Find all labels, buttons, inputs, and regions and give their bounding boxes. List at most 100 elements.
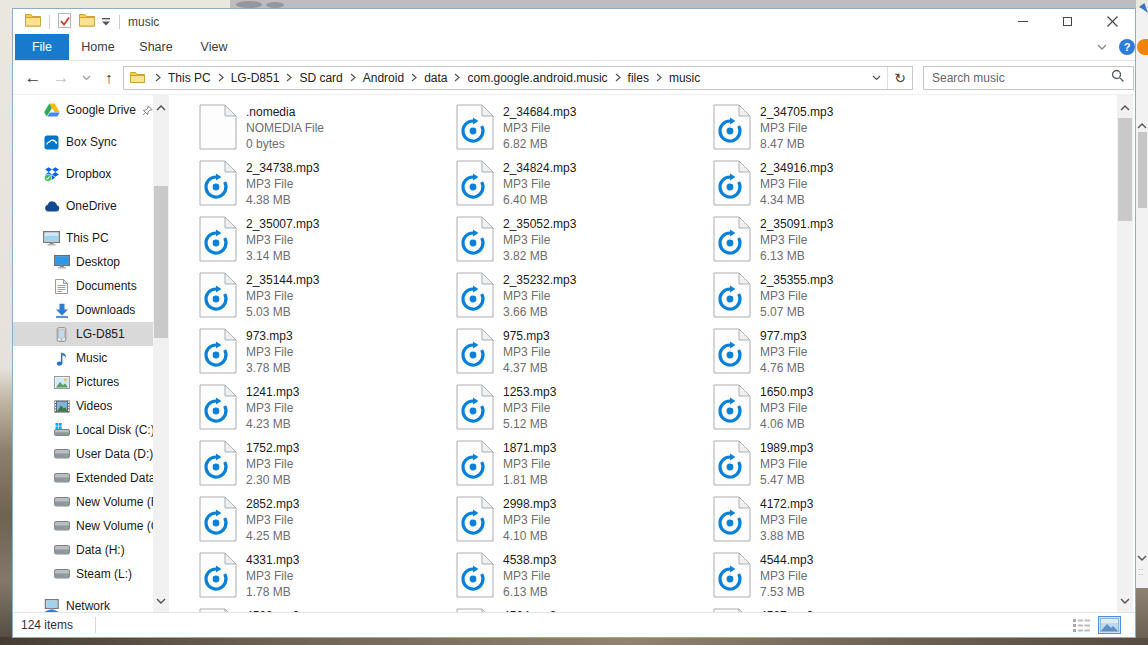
file-tile-1752-mp3[interactable]: 1752.mp3MP3 File2.30 MB xyxy=(199,440,456,496)
breadcrumb-item-data[interactable]: data xyxy=(422,71,449,85)
file-tile-977-mp3[interactable]: 977.mp3MP3 File4.76 MB xyxy=(713,328,970,384)
file-size: 5.03 MB xyxy=(246,304,319,320)
sidebar-item-google-drive[interactable]: Google Drive xyxy=(13,98,153,122)
recent-locations-chevron-icon[interactable] xyxy=(75,75,97,81)
sidebar-item-box-sync[interactable]: Box Sync xyxy=(13,130,153,154)
breadcrumb-chevron-icon[interactable] xyxy=(286,73,292,82)
file-tile-4567-mp3[interactable]: 4567.mp3 xyxy=(713,608,970,612)
file-tile-1241-mp3[interactable]: 1241.mp3MP3 File4.23 MB xyxy=(199,384,456,440)
sidebar-item-lg-d851[interactable]: LG-D851 xyxy=(13,322,153,346)
file-tile-975-mp3[interactable]: 975.mp3MP3 File4.37 MB xyxy=(456,328,713,384)
file-tile-2-34824-mp3[interactable]: 2_34824.mp3MP3 File6.40 MB xyxy=(456,160,713,216)
breadcrumb-chevron-icon[interactable] xyxy=(218,73,224,82)
sidebar-item-this-pc[interactable]: This PC xyxy=(13,226,153,250)
file-tile-4562-mp3[interactable]: 4562.mp3 xyxy=(199,608,456,612)
breadcrumb-chevron-icon[interactable] xyxy=(350,73,356,82)
expand-ribbon-chevron-icon[interactable] xyxy=(1097,44,1107,50)
file-tile-2-35355-mp3[interactable]: 2_35355.mp3MP3 File5.07 MB xyxy=(713,272,970,328)
search-input[interactable]: Search music xyxy=(923,66,1134,90)
file-tile-2852-mp3[interactable]: 2852.mp3MP3 File4.25 MB xyxy=(199,496,456,552)
sidebar-item-network[interactable]: Network xyxy=(13,594,153,612)
file-tile-2-34684-mp3[interactable]: 2_34684.mp3MP3 File6.82 MB xyxy=(456,104,713,160)
file-tile-2998-mp3[interactable]: 2998.mp3MP3 File4.10 MB xyxy=(456,496,713,552)
tab-share[interactable]: Share xyxy=(127,34,185,60)
tab-home[interactable]: Home xyxy=(69,34,127,60)
properties-check-icon[interactable] xyxy=(58,13,71,31)
address-bar[interactable]: This PC LG-D851 SD card Android data com.goog… xyxy=(123,66,913,90)
breadcrumb-item-sd-card[interactable]: SD card xyxy=(297,71,344,85)
sidebar-item-steam-l[interactable]: Steam (L:) xyxy=(13,562,153,586)
file-tile-2-34705-mp3[interactable]: 2_34705.mp3MP3 File8.47 MB xyxy=(713,104,970,160)
breadcrumb-chevron-icon[interactable] xyxy=(656,73,662,82)
scrollbar-thumb[interactable] xyxy=(1118,118,1132,221)
breadcrumb-chevron-icon[interactable] xyxy=(454,73,460,82)
breadcrumb-item-files[interactable]: files xyxy=(626,71,651,85)
file-tile-4172-mp3[interactable]: 4172.mp3MP3 File3.88 MB xyxy=(713,496,970,552)
file-tile-nomedia[interactable]: .nomediaNOMEDIA File0 bytes xyxy=(199,104,456,160)
file-tile-2-35052-mp3[interactable]: 2_35052.mp3MP3 File3.82 MB xyxy=(456,216,713,272)
address-dropdown-chevron-icon[interactable] xyxy=(865,67,887,89)
file-type: MP3 File xyxy=(503,176,576,192)
file-tile-2-35091-mp3[interactable]: 2_35091.mp3MP3 File6.13 MB xyxy=(713,216,970,272)
disk-icon xyxy=(53,449,70,459)
breadcrumb-item-music[interactable]: music xyxy=(667,71,702,85)
new-folder-icon[interactable] xyxy=(79,13,95,30)
file-tile-2-35144-mp3[interactable]: 2_35144.mp3MP3 File5.03 MB xyxy=(199,272,456,328)
breadcrumb-chevron-icon[interactable] xyxy=(615,73,621,82)
breadcrumb-item-com-google-android-music[interactable]: com.google.android.music xyxy=(465,71,609,85)
breadcrumb-item-android[interactable]: Android xyxy=(361,71,406,85)
file-tile-2-35007-mp3[interactable]: 2_35007.mp3MP3 File3.14 MB xyxy=(199,216,456,272)
file-tile-4538-mp3[interactable]: 4538.mp3MP3 File6.13 MB xyxy=(456,552,713,608)
navigation-scrollbar[interactable] xyxy=(153,95,169,612)
maximize-button[interactable] xyxy=(1045,9,1090,34)
forward-button[interactable]: → xyxy=(47,68,75,88)
scrollbar-thumb[interactable] xyxy=(154,186,168,338)
sidebar-item-music[interactable]: Music xyxy=(13,346,153,370)
file-tile-973-mp3[interactable]: 973.mp3MP3 File3.78 MB xyxy=(199,328,456,384)
sidebar-item-pictures[interactable]: Pictures xyxy=(13,370,153,394)
breadcrumb-chevron-icon[interactable] xyxy=(411,73,417,82)
sidebar-item-onedrive[interactable]: OneDrive xyxy=(13,194,153,218)
sidebar-item-extended-data-e[interactable]: Extended Data (E:) xyxy=(13,466,153,490)
file-tile-4331-mp3[interactable]: 4331.mp3MP3 File1.78 MB xyxy=(199,552,456,608)
file-tile-2-34738-mp3[interactable]: 2_34738.mp3MP3 File4.38 MB xyxy=(199,160,456,216)
file-tile-4564-mp3[interactable]: 4564.mp3 xyxy=(456,608,713,612)
up-button[interactable]: ↑ xyxy=(97,69,121,86)
sidebar-item-user-data-d[interactable]: User Data (D:) xyxy=(13,442,153,466)
sidebar-item-new-volume-g[interactable]: New Volume (G:) xyxy=(13,514,153,538)
sidebar-item-documents[interactable]: Documents xyxy=(13,274,153,298)
file-tile-2-35232-mp3[interactable]: 2_35232.mp3MP3 File3.66 MB xyxy=(456,272,713,328)
scroll-down-icon[interactable] xyxy=(156,593,166,607)
breadcrumb-item-this-pc[interactable]: This PC xyxy=(166,71,213,85)
sidebar-item-new-volume-f[interactable]: New Volume (F:) xyxy=(13,490,153,514)
refresh-icon[interactable]: ↻ xyxy=(888,67,912,89)
files-scrollbar[interactable] xyxy=(1117,95,1133,612)
sidebar-item-videos[interactable]: Videos xyxy=(13,394,153,418)
sidebar-item-dropbox[interactable]: Dropbox xyxy=(13,162,153,186)
close-button[interactable] xyxy=(1090,9,1135,34)
file-tile-1253-mp3[interactable]: 1253.mp3MP3 File5.12 MB xyxy=(456,384,713,440)
minimize-button[interactable] xyxy=(1000,9,1045,34)
box-sync-icon xyxy=(43,135,60,150)
sidebar-item-downloads[interactable]: Downloads xyxy=(13,298,153,322)
file-size: 2.30 MB xyxy=(246,472,299,488)
file-tile-2-34916-mp3[interactable]: 2_34916.mp3MP3 File4.34 MB xyxy=(713,160,970,216)
sidebar-item-data-h[interactable]: Data (H:) xyxy=(13,538,153,562)
back-button[interactable]: ← xyxy=(19,68,47,88)
tab-file[interactable]: File xyxy=(15,34,69,60)
file-tile-4544-mp3[interactable]: 4544.mp3MP3 File7.53 MB xyxy=(713,552,970,608)
scroll-up-icon[interactable] xyxy=(1120,100,1130,114)
details-view-button[interactable] xyxy=(1073,619,1090,632)
breadcrumb-item-lg-d851[interactable]: LG-D851 xyxy=(229,71,282,85)
tab-view[interactable]: View xyxy=(185,34,243,60)
file-tile-1871-mp3[interactable]: 1871.mp3MP3 File1.81 MB xyxy=(456,440,713,496)
sidebar-item-local-disk-c[interactable]: Local Disk (C:) xyxy=(13,418,153,442)
help-button[interactable]: ? xyxy=(1119,39,1135,55)
file-tile-1989-mp3[interactable]: 1989.mp3MP3 File5.47 MB xyxy=(713,440,970,496)
customize-qat-dropdown-icon[interactable] xyxy=(101,15,111,29)
file-tile-1650-mp3[interactable]: 1650.mp3MP3 File4.06 MB xyxy=(713,384,970,440)
scroll-up-icon[interactable] xyxy=(156,100,166,114)
thumbnail-view-button[interactable] xyxy=(1098,616,1121,634)
scroll-down-icon[interactable] xyxy=(1120,593,1130,607)
sidebar-item-desktop[interactable]: Desktop xyxy=(13,250,153,274)
